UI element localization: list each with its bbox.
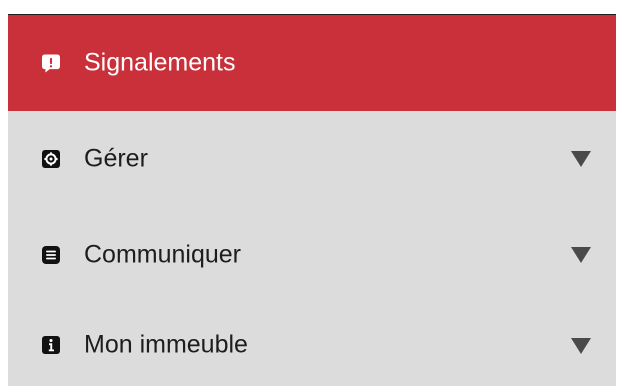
menu-item-mon-immeuble[interactable]: Mon immeuble <box>8 303 616 386</box>
alert-chat-icon <box>42 54 60 72</box>
chevron-down-icon[interactable] <box>570 150 592 168</box>
menu-item-signalements[interactable]: Signalements <box>8 15 616 111</box>
menu-item-label: Mon immeuble <box>84 330 248 358</box>
chevron-down-icon[interactable] <box>570 337 592 355</box>
info-icon <box>42 335 60 354</box>
chevron-down-icon[interactable] <box>570 246 592 264</box>
menu-item-label: Signalements <box>84 48 236 77</box>
gear-icon <box>42 150 60 168</box>
sidebar-menu: Signalements Gérer Communiquer Mon immeu… <box>8 14 616 386</box>
message-icon <box>42 246 60 264</box>
menu-item-communiquer[interactable]: Communiquer <box>8 207 616 303</box>
menu-item-gerer[interactable]: Gérer <box>8 111 616 207</box>
menu-item-label: Communiquer <box>84 240 242 269</box>
menu-item-label: Gérer <box>84 144 148 173</box>
